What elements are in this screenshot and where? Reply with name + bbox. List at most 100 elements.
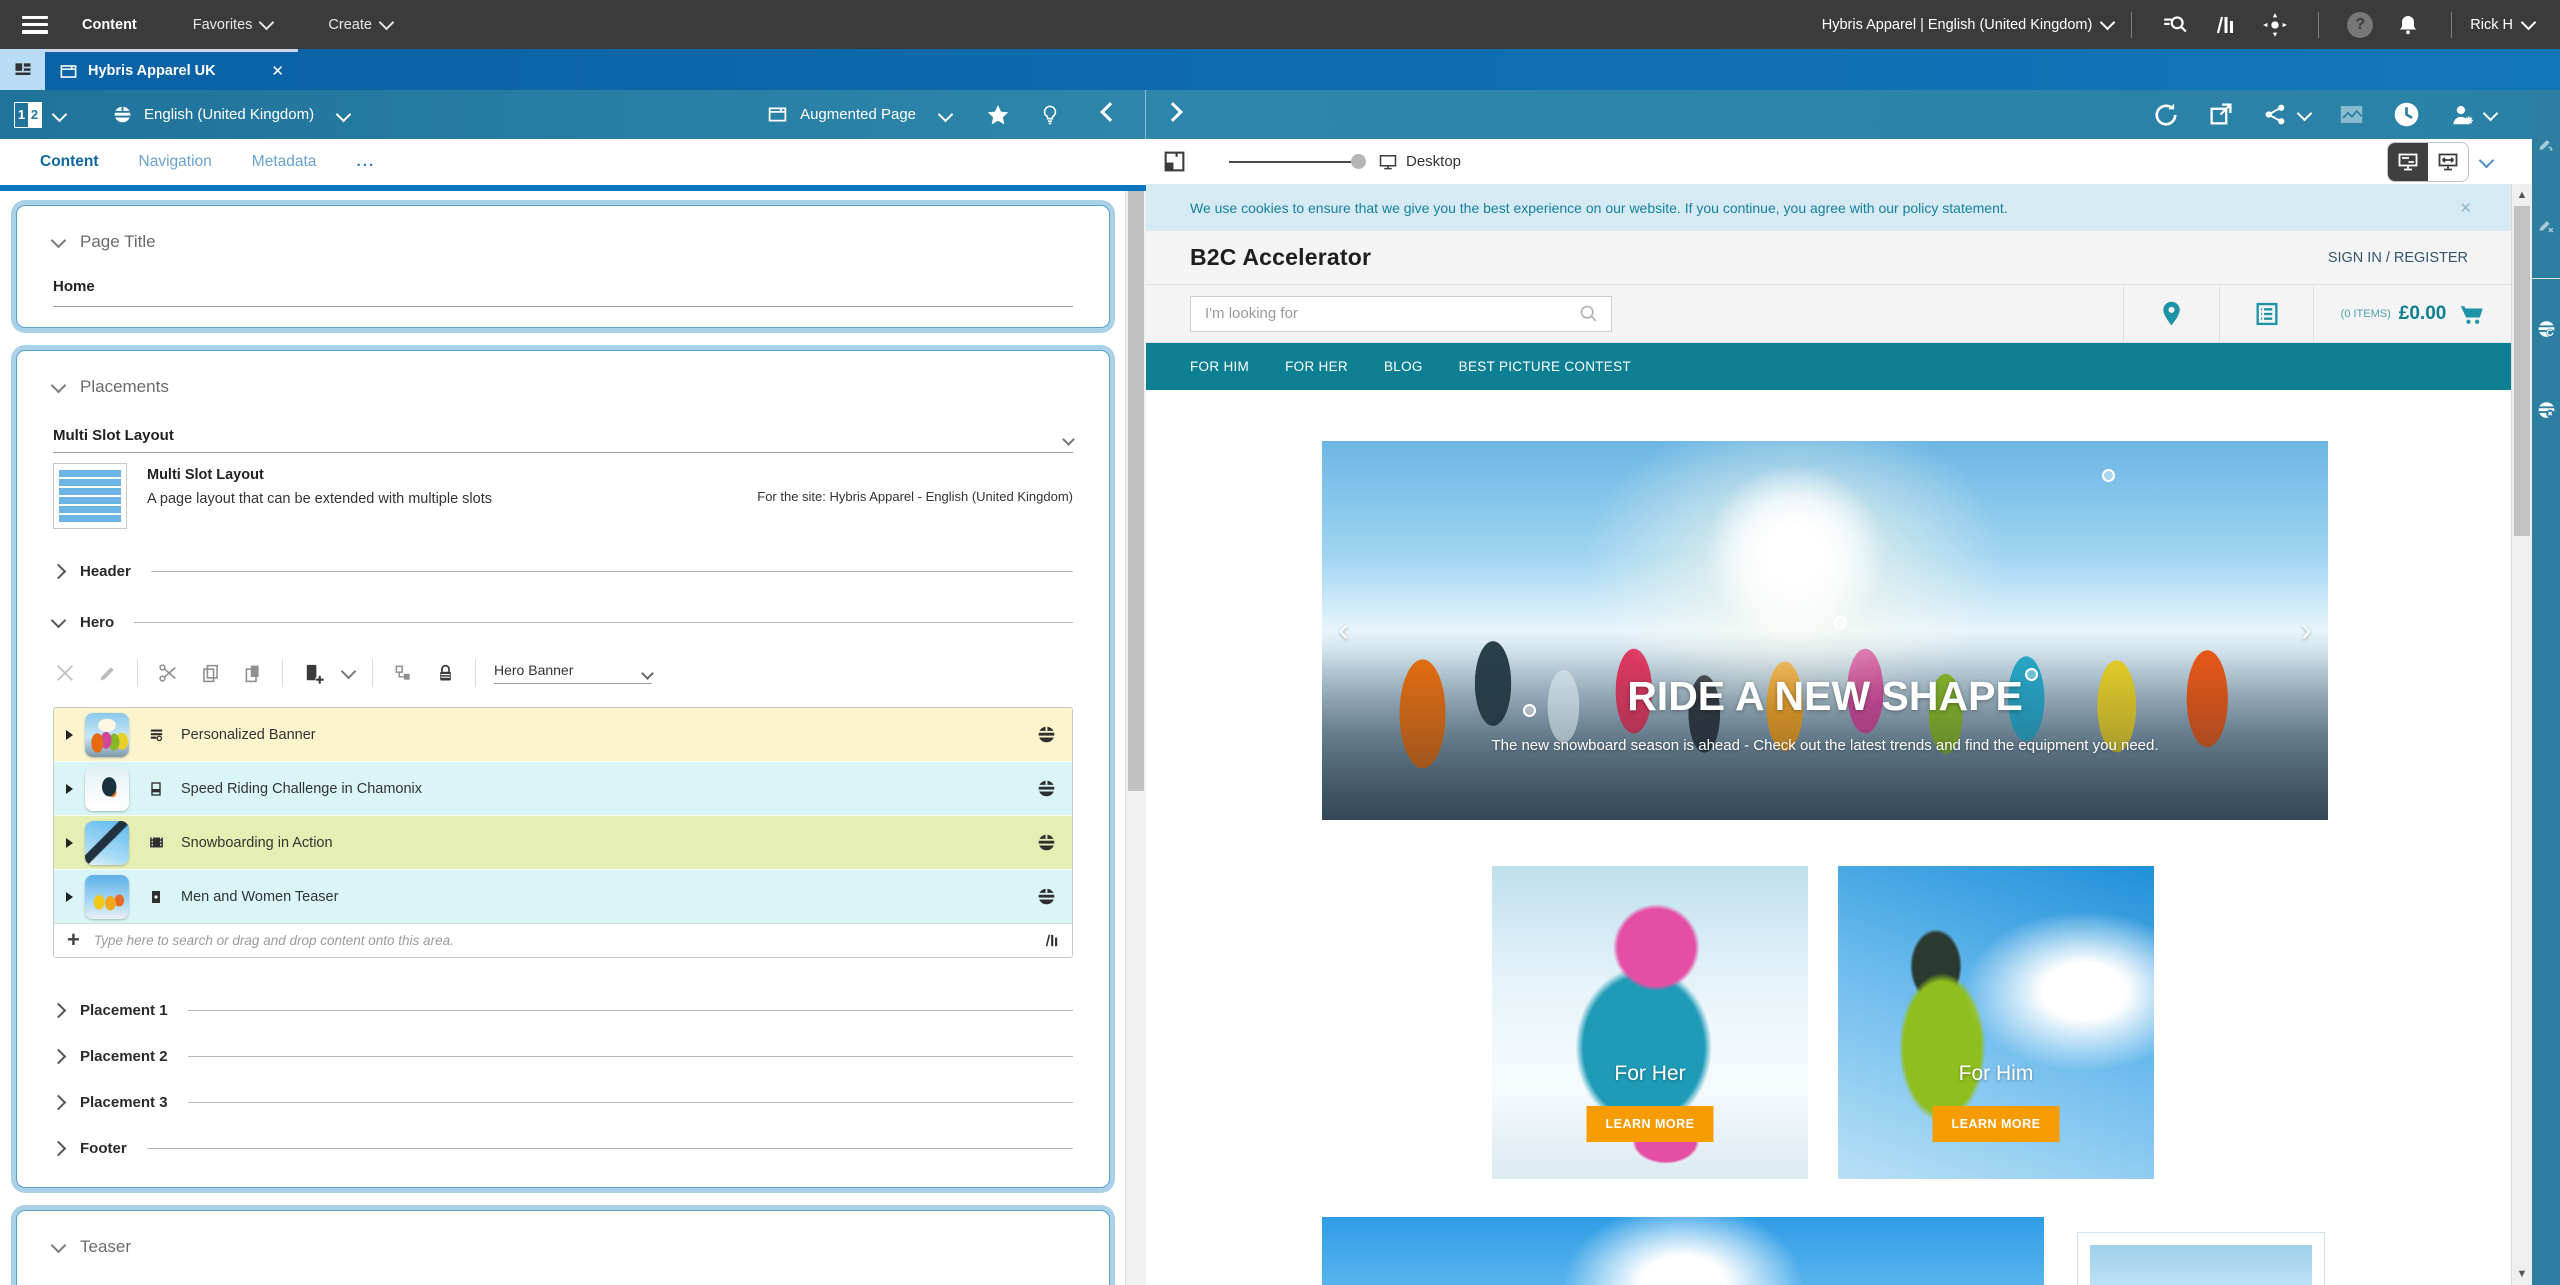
user-menu[interactable]: Rick H <box>2470 17 2534 33</box>
paste-icon[interactable] <box>240 661 264 685</box>
scroll-down-icon[interactable]: ▼ <box>2512 1268 2532 1280</box>
hero-hotspot[interactable] <box>1834 616 1847 629</box>
tab-content[interactable]: Content <box>40 139 99 185</box>
chevron-down-icon[interactable] <box>52 107 68 123</box>
tab-metadata[interactable]: Metadata <box>252 139 317 185</box>
preview-scrollbar[interactable]: ▲ ▼ <box>2511 184 2532 1285</box>
slot-placement-1[interactable]: Placement 1 <box>53 1002 1073 1019</box>
refresh-icon[interactable] <box>2152 101 2179 128</box>
slot-placement-2[interactable]: Placement 2 <box>53 1048 1073 1065</box>
tab-navigation[interactable]: Navigation <box>139 139 212 185</box>
component-row-speed-riding[interactable]: Speed Riding Challenge in Chamonix <box>54 761 1072 815</box>
locate-target-icon[interactable] <box>2260 10 2290 40</box>
collapse-panel-chevron-left-icon[interactable] <box>1091 105 1125 124</box>
versions-icon[interactable] <box>2210 10 2240 40</box>
expand-panel-chevron-right-icon[interactable] <box>1166 105 1180 124</box>
idea-lightbulb-icon[interactable] <box>1037 102 1063 128</box>
slot-placement-3[interactable]: Placement 3 <box>53 1094 1073 1111</box>
caret-right-icon[interactable] <box>66 838 73 848</box>
notifications-bell-icon[interactable] <box>2393 10 2423 40</box>
component-row-snowboarding[interactable]: Snowboarding in Action <box>54 815 1072 869</box>
caret-right-icon[interactable] <box>66 730 73 740</box>
learn-more-button[interactable]: LEARN MORE <box>1932 1106 2059 1142</box>
component-row-men-women-teaser[interactable]: Men and Women Teaser <box>54 869 1072 923</box>
chevron-down-icon[interactable] <box>2299 106 2310 124</box>
perspective-icon[interactable] <box>1162 149 1187 174</box>
page-title-section-header[interactable]: Page Title <box>53 232 1073 252</box>
clock-icon[interactable] <box>2393 101 2420 128</box>
site-language-selector[interactable]: Hybris Apparel | English (United Kingdom… <box>1822 17 2114 33</box>
mini-cart-button[interactable]: (0 ITEMS) £0.00 <box>2313 285 2512 342</box>
close-icon[interactable]: ✕ <box>2459 199 2472 217</box>
advanced-search-icon[interactable] <box>2160 10 2190 40</box>
storefront-logo[interactable]: B2C Accelerator <box>1190 244 1371 271</box>
nav-item-content[interactable]: Content <box>82 17 137 33</box>
cut-scissors-icon[interactable] <box>156 661 180 685</box>
scrollbar-thumb[interactable] <box>2514 206 2530 536</box>
scrollbar-thumb[interactable] <box>1128 191 1144 791</box>
nav-best-picture-contest[interactable]: BEST PICTURE CONTEST <box>1459 359 1631 374</box>
hamburger-menu-icon[interactable] <box>22 16 48 34</box>
component-dropzone[interactable]: + Type here to search or drag and drop c… <box>54 923 1072 957</box>
chevron-down-icon[interactable] <box>341 663 357 679</box>
teaser-section-header[interactable]: Teaser <box>53 1237 1073 1257</box>
search-icon[interactable] <box>1577 303 1599 325</box>
carousel-next-icon[interactable]: › <box>2301 613 2312 647</box>
slot-footer[interactable]: Footer <box>53 1140 1073 1157</box>
order-list-button[interactable] <box>2219 285 2313 342</box>
placements-section-header[interactable]: Placements <box>53 377 1073 397</box>
hero-type-select[interactable]: Hero Banner <box>494 662 652 684</box>
page-type-selector[interactable]: Augmented Page <box>767 104 959 125</box>
preview-width-slider[interactable] <box>1229 154 1366 169</box>
component-row-personalized-banner[interactable]: Personalized Banner <box>54 708 1072 761</box>
edit-pencil-icon[interactable] <box>95 661 119 685</box>
chevron-down-icon[interactable] <box>2485 106 2496 124</box>
language-selector[interactable]: English (United Kingdom) <box>113 105 357 124</box>
hierarchy-icon[interactable] <box>391 661 415 685</box>
tab-hybris-apparel-uk[interactable]: Hybris Apparel UK ✕ <box>45 49 298 90</box>
editor-scrollbar[interactable] <box>1125 191 1146 1285</box>
mountain-teaser-card[interactable] <box>2077 1232 2325 1285</box>
copy-icon[interactable] <box>198 661 222 685</box>
versions-icon[interactable] <box>1042 932 1060 950</box>
nav-for-him[interactable]: FOR HIM <box>1190 359 1249 374</box>
nav-item-favorites[interactable]: Favorites <box>193 17 273 33</box>
hero-hotspot[interactable] <box>2102 469 2115 482</box>
basic-edit-mode-button[interactable] <box>2388 143 2428 181</box>
edit-disabled-icon[interactable] <box>2537 217 2556 236</box>
share-icon[interactable] <box>2262 101 2289 128</box>
slot-hero[interactable]: Hero <box>53 614 1073 631</box>
advanced-edit-mode-button[interactable] <box>2428 143 2468 181</box>
delete-icon[interactable] <box>53 661 77 685</box>
sign-in-link[interactable]: SIGN IN / REGISTER <box>2328 250 2468 266</box>
user-settings-icon[interactable] <box>2448 101 2475 128</box>
learn-more-button[interactable]: LEARN MORE <box>1586 1106 1713 1142</box>
page-title-field[interactable]: Home <box>53 278 1073 307</box>
slot-header[interactable]: Header <box>53 563 1073 580</box>
unsync-globe-icon[interactable] <box>2537 400 2556 419</box>
slider-knob[interactable] <box>1351 154 1366 169</box>
category-card-for-her[interactable]: For Her LEARN MORE <box>1492 866 1808 1179</box>
hero-banner[interactable]: RIDE A NEW SHAPE The new snowboard seaso… <box>1322 441 2328 820</box>
caret-right-icon[interactable] <box>66 784 73 794</box>
chevron-down-icon[interactable] <box>2479 152 2495 168</box>
caret-right-icon[interactable] <box>66 892 73 902</box>
category-card-for-him[interactable]: For Him LEARN MORE <box>1838 866 2154 1179</box>
add-component-icon[interactable] <box>301 661 325 685</box>
tab-overflow[interactable]: ... <box>356 139 375 185</box>
edit-redirect-icon[interactable] <box>2537 136 2556 155</box>
open-external-icon[interactable] <box>2207 101 2234 128</box>
search-input[interactable] <box>1203 304 1577 323</box>
nav-blog[interactable]: BLOG <box>1384 359 1423 374</box>
close-tab-icon[interactable]: ✕ <box>271 62 284 80</box>
scroll-up-icon[interactable]: ▲ <box>2512 189 2532 201</box>
sync-globe-icon[interactable] <box>2537 319 2556 338</box>
version-compare-icon[interactable]: 12 <box>14 102 42 128</box>
nav-item-create[interactable]: Create <box>328 17 392 33</box>
carousel-prev-icon[interactable]: ‹ <box>1338 613 1349 647</box>
help-icon[interactable]: ? <box>2347 12 2373 38</box>
lock-icon[interactable] <box>433 661 457 685</box>
secondary-banner-image[interactable] <box>1322 1217 2044 1285</box>
workspace-grid-icon[interactable] <box>0 49 45 90</box>
favorite-star-icon[interactable] <box>985 102 1011 128</box>
